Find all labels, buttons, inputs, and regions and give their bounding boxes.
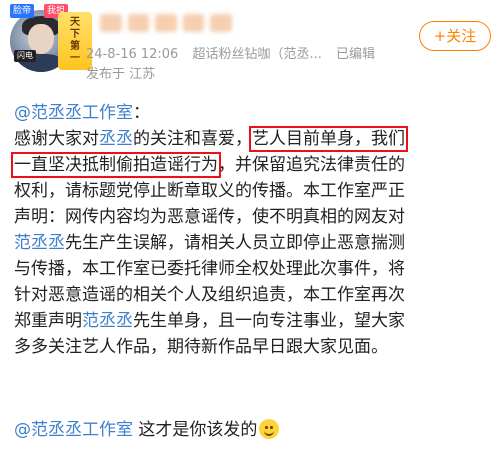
text-segment: 的关注和喜爱，	[133, 129, 252, 149]
content-line: 权利，请标题党停止断章取义的传播。本工作室严正	[14, 181, 405, 201]
post-datetime: 24-8-16 12:06	[86, 47, 179, 62]
content-line: 感谢大家对丞丞的关注和喜爱，艺人目前单身，我们	[14, 126, 494, 152]
post-content: @范丞丞工作室： 感谢大家对丞丞的关注和喜爱，艺人目前单身，我们 一直坚决抵制偷…	[11, 100, 494, 360]
content-line: 针对恶意造谣的相关个人及组织追责，本工作室再次	[14, 285, 405, 305]
location-value: 江苏	[129, 67, 156, 82]
username-blur-block	[182, 14, 205, 32]
badge-char: 一	[70, 53, 80, 64]
text-segment: 感谢大家对	[14, 129, 99, 149]
post-meta: 24-8-16 12:06 超话粉丝钻咖（范丞... 已编辑	[86, 43, 385, 62]
highlighted-text: 一直坚决抵制偷拍造谣行为	[11, 152, 221, 178]
text-segment: 郑重声明	[14, 311, 82, 331]
username-blur-block	[155, 14, 177, 32]
username-blur-block	[210, 14, 232, 32]
username-blurred[interactable]	[100, 10, 232, 36]
content-line: 声明：网传内容均为恶意谣传，使不明真相的网友对	[14, 207, 405, 227]
post-location: 发布于 江苏	[86, 63, 155, 82]
avatar-mini-tag: 闪电	[14, 50, 36, 62]
content-line: 多多关注艺人作品，期待新作品早日跟大家见面。	[14, 337, 388, 357]
topic-link[interactable]: 范丞丞	[14, 233, 65, 253]
topic-link[interactable]: 丞丞	[99, 129, 133, 149]
topic-link[interactable]: 范丞丞	[82, 311, 133, 331]
content-line: 范丞丞先生产生误解，请相关人员立即停止恶意揣测	[14, 230, 494, 256]
follow-button[interactable]: +关注	[419, 21, 491, 51]
reply-line: @范丞丞工作室 这才是你该发的	[14, 415, 280, 440]
colon: ：	[133, 103, 150, 123]
reply-mention-link[interactable]: @范丞丞工作室	[14, 420, 133, 440]
avatar-tag-left: 脸帝	[10, 4, 35, 18]
content-line: 与传播，本工作室已委托律师全权处理此次事件，将	[14, 259, 405, 279]
reply-text: 这才是你该发的	[133, 420, 258, 440]
content-line: 郑重声明范丞丞先生单身，且一向专注事业，望大家	[14, 308, 494, 334]
location-prefix: 发布于	[86, 67, 126, 82]
username-blur-block	[127, 14, 150, 32]
mention-link[interactable]: @范丞丞工作室	[14, 103, 133, 123]
text-segment: ，并保留追究法律责任的	[218, 155, 405, 175]
post-header: 脸帝 我担 闪电 天 下 第 一 24-8-16 12:06 超话粉丝钻咖（范丞…	[0, 0, 499, 92]
badge-char: 下	[70, 29, 80, 40]
username-blur-block	[100, 14, 122, 32]
highlighted-text: 艺人目前单身，我们	[249, 126, 408, 152]
badge-char: 第	[70, 41, 80, 52]
post-edited[interactable]: 已编辑	[336, 47, 375, 62]
smile-emoji-icon	[259, 419, 280, 439]
content-line: 一直坚决抵制偷拍造谣行为，并保留追究法律责任的	[11, 152, 494, 178]
badge-char: 天	[70, 17, 80, 28]
content-line: @范丞丞工作室：	[14, 100, 494, 126]
post-source[interactable]: 超话粉丝钻咖（范丞...	[192, 47, 321, 62]
text-segment: 先生产生误解，请相关人员立即停止恶意揣测	[65, 233, 405, 253]
text-segment: 先生单身，且一向专注事业，望大家	[133, 311, 405, 331]
